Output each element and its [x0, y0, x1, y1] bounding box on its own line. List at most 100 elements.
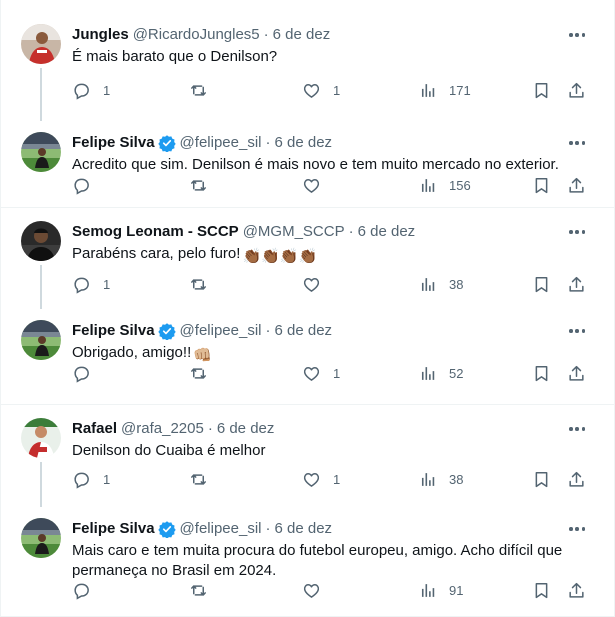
retweet-icon: [189, 81, 208, 100]
bookmark-button[interactable]: [532, 274, 551, 294]
bookmark-icon: [532, 176, 551, 195]
avatar[interactable]: [21, 24, 61, 64]
more-options-icon[interactable]: [567, 224, 587, 240]
like-button[interactable]: 1: [302, 80, 340, 100]
display-name[interactable]: Rafael: [72, 419, 117, 439]
author-reply-tweet[interactable]: Felipe Silva @felipee_sil · 6 de dez Obrigad…: [1, 307, 615, 405]
verified-badge-icon: [157, 520, 176, 539]
more-options-icon[interactable]: [567, 521, 587, 537]
share-icon: [567, 176, 586, 195]
tweet-actions: 91: [1, 580, 615, 600]
user-handle[interactable]: @felipee_sil: [180, 133, 262, 153]
timestamp[interactable]: 6 de dez: [274, 133, 332, 153]
retweet-button[interactable]: [189, 175, 220, 195]
avatar[interactable]: [21, 221, 61, 261]
reply-tweet[interactable]: Jungles @RicardoJungles5 · 6 de dez É mais b…: [1, 11, 615, 121]
bookmark-button[interactable]: [532, 80, 551, 100]
timestamp[interactable]: 6 de dez: [217, 419, 275, 439]
retweet-button[interactable]: [189, 80, 220, 100]
retweet-button[interactable]: [189, 363, 220, 383]
retweet-icon: [189, 581, 208, 600]
reply-count: 1: [103, 82, 111, 98]
like-button[interactable]: [302, 580, 333, 600]
reply-button[interactable]: [72, 580, 103, 600]
like-button[interactable]: 1: [302, 363, 340, 383]
timestamp[interactable]: 6 de dez: [273, 25, 331, 45]
bookmark-button[interactable]: [532, 469, 551, 489]
display-name[interactable]: Semog Leonam - SCCP: [72, 222, 239, 242]
reply-button[interactable]: 1: [72, 80, 110, 100]
reply-button[interactable]: 1: [72, 274, 110, 294]
user-handle[interactable]: @felipee_sil: [180, 519, 262, 539]
share-button[interactable]: [567, 580, 586, 600]
reply-tweet[interactable]: Rafael @rafa_2205 · 6 de dez Denilson do Cua…: [1, 405, 615, 507]
reply-button[interactable]: 1: [72, 469, 110, 489]
reply-icon: [72, 364, 91, 383]
views-button[interactable]: 91: [418, 580, 463, 600]
share-button[interactable]: [567, 274, 586, 294]
views-button[interactable]: 156: [418, 175, 471, 195]
bookmark-button[interactable]: [532, 175, 551, 195]
reply-button[interactable]: [72, 363, 103, 383]
avatar[interactable]: [21, 320, 61, 360]
retweet-icon: [189, 275, 208, 294]
retweet-button[interactable]: [189, 580, 220, 600]
reply-tweet[interactable]: Semog Leonam - SCCP @MGM_SCCP · 6 de dez Par…: [1, 208, 615, 309]
reply-button[interactable]: [72, 175, 103, 195]
views-button[interactable]: 52: [418, 363, 463, 383]
share-icon: [567, 275, 586, 294]
share-button[interactable]: [567, 469, 586, 489]
like-icon: [302, 275, 321, 294]
avatar[interactable]: [21, 132, 61, 172]
timestamp[interactable]: 6 de dez: [358, 222, 416, 242]
author-reply-tweet[interactable]: Felipe Silva @felipee_sil · 6 de dez Acredit…: [1, 119, 615, 208]
avatar[interactable]: [21, 418, 61, 458]
display-name[interactable]: Felipe Silva: [72, 321, 155, 341]
user-handle[interactable]: @rafa_2205: [121, 419, 204, 439]
share-button[interactable]: [567, 363, 586, 383]
tweet-body: Denilson do Cuaiba é melhor: [72, 442, 266, 459]
like-button[interactable]: 1: [302, 469, 340, 489]
tweet-actions: 1 1 171: [1, 80, 615, 100]
more-options-icon[interactable]: [567, 27, 587, 43]
like-icon: [302, 581, 321, 600]
tweet-text: Denilson do Cuaiba é melhor: [72, 441, 592, 461]
retweet-button[interactable]: [189, 469, 220, 489]
like-button[interactable]: [302, 274, 333, 294]
more-options-icon[interactable]: [567, 421, 587, 437]
author-reply-tweet[interactable]: Felipe Silva @felipee_sil · 6 de dez Mais ca…: [1, 505, 615, 617]
views-count: 156: [449, 177, 471, 193]
user-handle[interactable]: @MGM_SCCP: [243, 222, 345, 242]
display-name[interactable]: Felipe Silva: [72, 519, 155, 539]
tweet-actions: 156: [1, 175, 615, 195]
views-button[interactable]: 38: [418, 469, 463, 489]
avatar[interactable]: [21, 518, 61, 558]
views-count: 171: [449, 82, 471, 98]
views-button[interactable]: 38: [418, 274, 463, 294]
tweet-text: Parabéns cara, pelo furo! 👏🏾👏🏾👏🏾👏🏾: [72, 244, 592, 267]
reply-icon: [72, 176, 91, 195]
tweet-body: Obrigado, amigo!!: [72, 344, 192, 361]
share-button[interactable]: [567, 80, 586, 100]
retweet-button[interactable]: [189, 274, 220, 294]
bookmark-button[interactable]: [532, 363, 551, 383]
bookmark-icon: [532, 275, 551, 294]
timestamp[interactable]: 6 de dez: [274, 321, 332, 341]
tweet-body: Mais caro e tem muita procura do futebol…: [72, 542, 567, 579]
more-options-icon[interactable]: [567, 323, 587, 339]
reply-thread: Jungles @RicardoJungles5 · 6 de dez É mais b…: [1, 11, 615, 208]
share-button[interactable]: [567, 175, 586, 195]
views-count: 52: [449, 365, 464, 381]
display-name[interactable]: Jungles: [72, 25, 129, 45]
timestamp[interactable]: 6 de dez: [274, 519, 332, 539]
user-handle[interactable]: @felipee_sil: [180, 321, 262, 341]
reply-count: 1: [103, 276, 111, 292]
display-name[interactable]: Felipe Silva: [72, 133, 155, 153]
views-button[interactable]: 171: [418, 80, 471, 100]
user-handle[interactable]: @RicardoJungles5: [133, 25, 260, 45]
tweet-text: É mais barato que o Denilson?: [72, 47, 592, 67]
like-button[interactable]: [302, 175, 333, 195]
more-options-icon[interactable]: [567, 135, 587, 151]
bookmark-button[interactable]: [532, 580, 551, 600]
tweet-text: Acredito que sim. Denilson é mais novo e…: [72, 155, 592, 175]
